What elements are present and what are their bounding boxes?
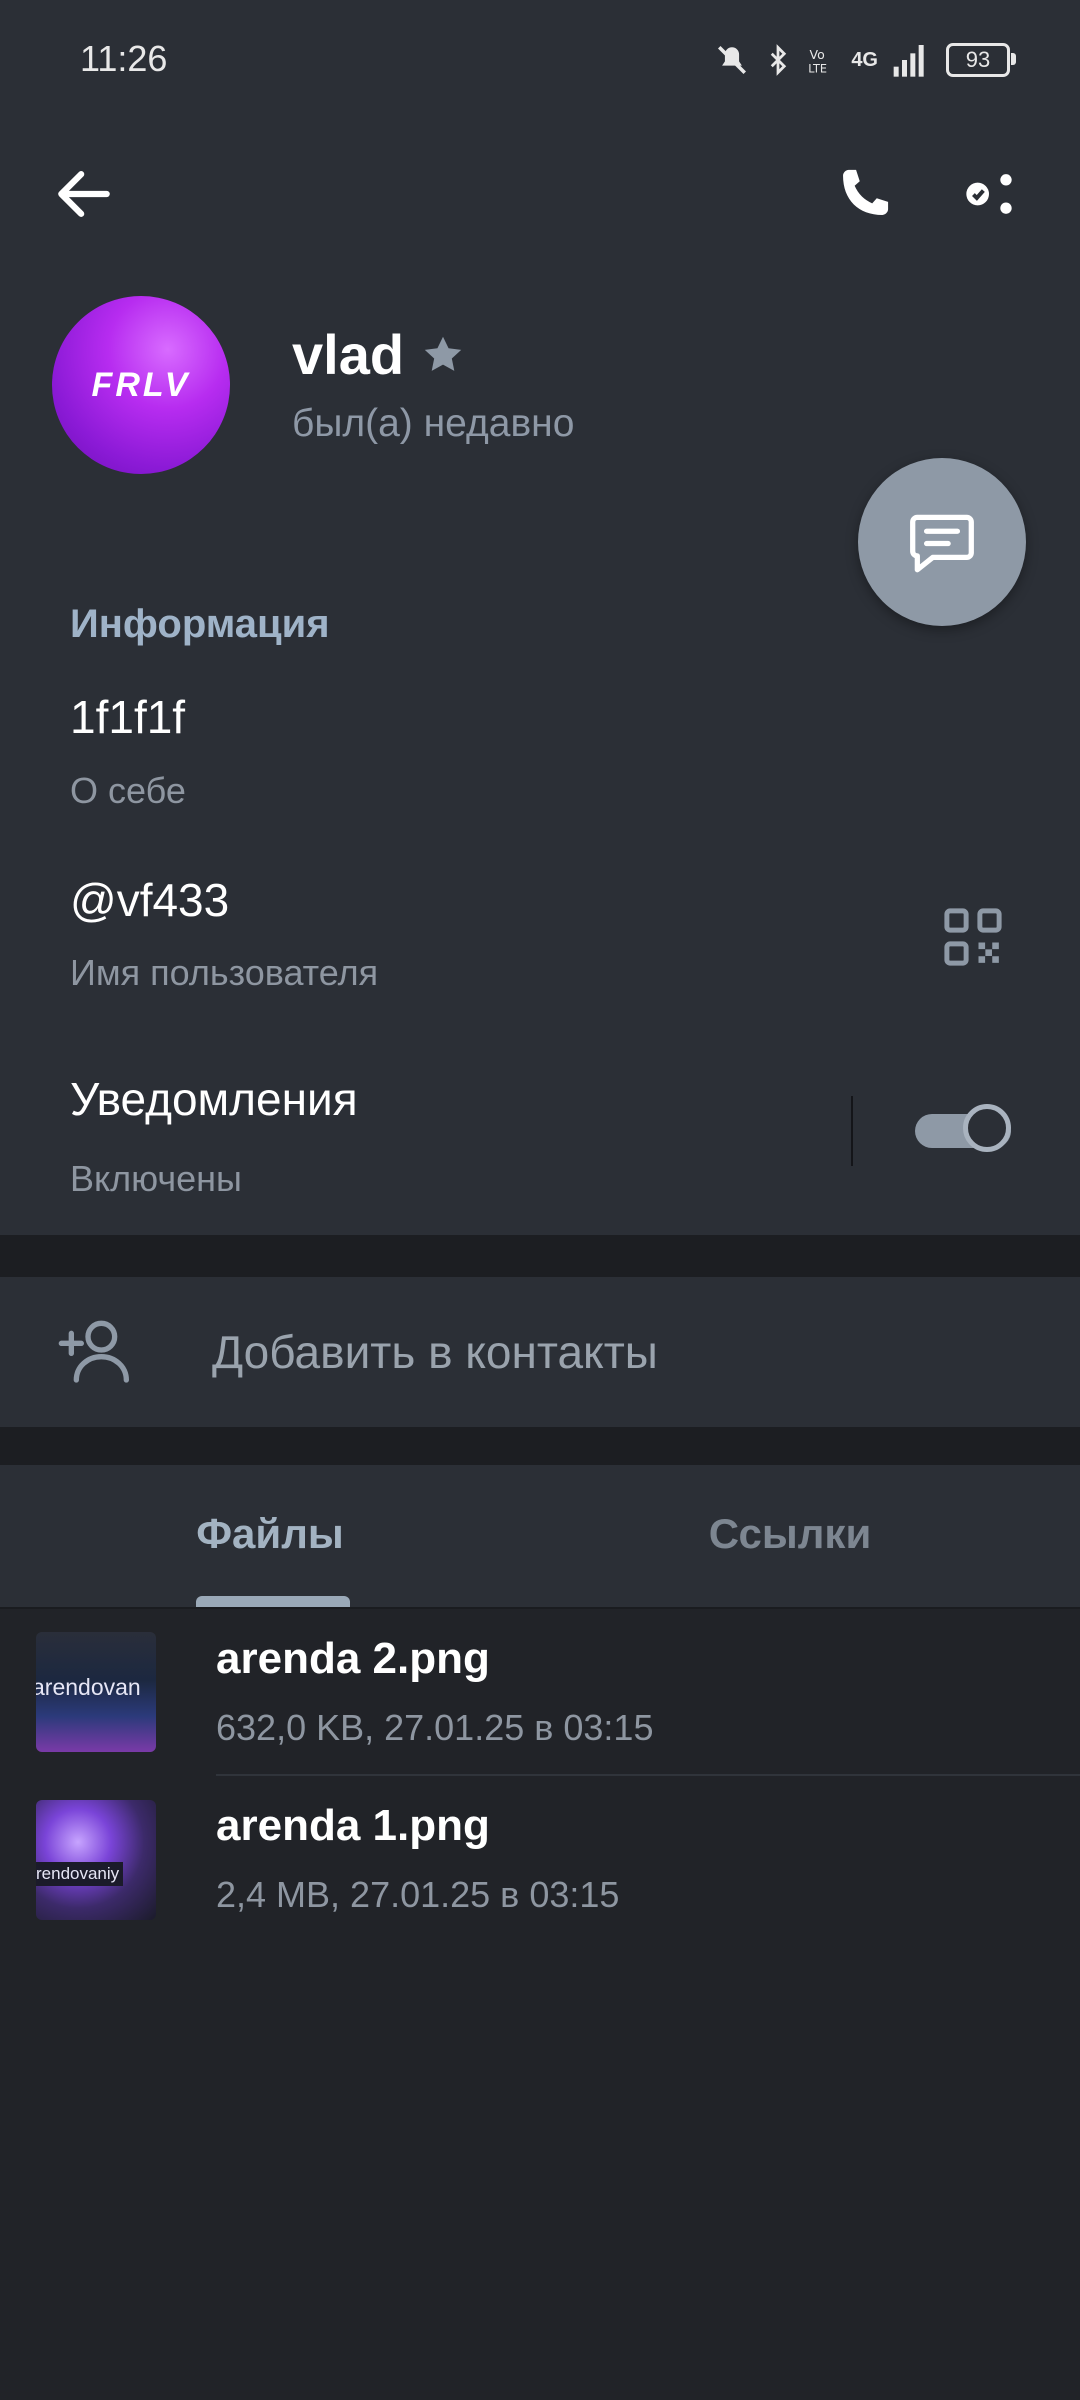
- add-user-icon: [58, 1320, 129, 1383]
- more-options-button[interactable]: [955, 160, 1023, 228]
- last-seen-status: был(а) недавно: [292, 402, 575, 445]
- bluetooth-icon: [771, 44, 787, 76]
- file-meta: 2,4 MB, 27.01.25 в 03:15: [216, 1874, 620, 1915]
- thumbnail-caption: rendovaniy: [36, 1862, 124, 1886]
- star-icon: [424, 336, 462, 371]
- back-arrow-icon: [58, 171, 110, 217]
- notifications-toggle[interactable]: [915, 1100, 1019, 1160]
- toggle-knob: [963, 1104, 1011, 1152]
- bio-value[interactable]: 1f1f1f: [70, 690, 185, 744]
- avatar-logo-text: FRLV: [91, 365, 191, 404]
- list-divider: [216, 1774, 1080, 1776]
- section-gap: [0, 1427, 1080, 1465]
- status-time: 11:26: [80, 38, 168, 79]
- volte-icon: VoLTE: [809, 47, 828, 76]
- file-name[interactable]: arenda 2.png: [216, 1634, 490, 1684]
- more-icon: [966, 174, 1012, 214]
- notifications-title[interactable]: Уведомления: [70, 1072, 358, 1126]
- tab-links[interactable]: Ссылки: [650, 1510, 930, 1558]
- svg-text:LTE: LTE: [809, 63, 828, 76]
- file-thumbnail[interactable]: arendovan: [36, 1632, 156, 1752]
- avatar[interactable]: FRLV: [52, 296, 230, 474]
- file-meta: 632,0 KB, 27.01.25 в 03:15: [216, 1707, 654, 1748]
- signal-icon: [893, 45, 924, 77]
- back-button[interactable]: [50, 160, 118, 228]
- message-icon: [910, 514, 974, 573]
- mute-icon: [718, 45, 747, 75]
- section-gap: [0, 1235, 1080, 1277]
- add-contact-label: Добавить в контакты: [212, 1326, 658, 1378]
- file-name[interactable]: arenda 1.png: [216, 1801, 490, 1851]
- qr-code-button[interactable]: [940, 904, 1006, 970]
- phone-icon: [843, 169, 889, 215]
- section-title-info: Информация: [70, 602, 330, 646]
- notifications-divider: [851, 1096, 853, 1166]
- svg-text:Vo: Vo: [810, 47, 825, 62]
- status-icons: Vo LTE 4G 93: [715, 38, 1016, 82]
- username-value[interactable]: @vf433: [70, 873, 229, 927]
- add-user-icon-wrap: [58, 1310, 138, 1390]
- profile-name-text: vlad: [292, 323, 405, 386]
- notifications-state: Включены: [70, 1158, 242, 1199]
- username-label: Имя пользователя: [70, 952, 379, 993]
- qr-code-icon: [944, 908, 1002, 966]
- bio-label: О себе: [70, 770, 186, 811]
- active-tab-indicator: [196, 1596, 350, 1607]
- call-button[interactable]: [830, 160, 898, 228]
- battery-indicator: 93: [946, 43, 1016, 77]
- tabs-divider: [0, 1607, 1080, 1609]
- send-message-button[interactable]: [858, 458, 1026, 626]
- network-type: 4G: [851, 48, 878, 71]
- file-thumbnail[interactable]: rendovaniy: [36, 1800, 156, 1920]
- thumbnail-caption: arendovan: [36, 1674, 141, 1700]
- profile-name: vlad: [292, 322, 466, 387]
- battery-level: 93: [965, 47, 991, 72]
- tab-files[interactable]: Файлы: [150, 1510, 390, 1558]
